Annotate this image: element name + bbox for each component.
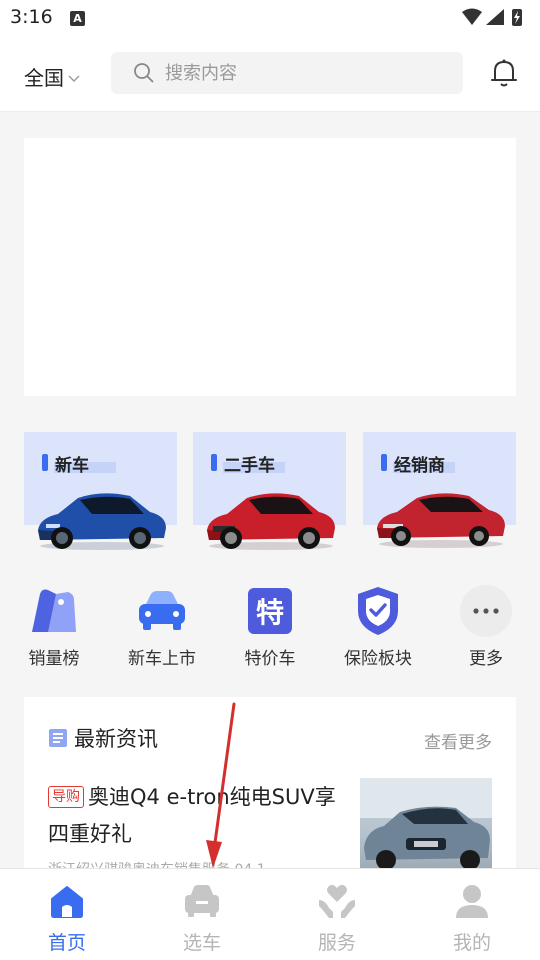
red-sedan-image: [377, 493, 505, 548]
search-input[interactable]: [165, 62, 445, 84]
article-title: 奥迪Q4 e-tron纯电SUV享四重好礼: [48, 785, 336, 846]
quick-label: 更多: [469, 649, 503, 669]
news-title: 最新资讯: [74, 727, 158, 751]
bell-icon[interactable]: [490, 58, 518, 88]
quick-label: 特价车: [244, 649, 296, 669]
category-new-car[interactable]: 新车: [24, 432, 177, 550]
notification-icon: A: [70, 11, 85, 26]
quick-special-price[interactable]: 特 特价车: [225, 585, 315, 671]
special-price-icon: 特: [243, 585, 297, 637]
shield-icon: [351, 585, 405, 637]
category-label: 新车: [55, 456, 89, 476]
signal-wifi-battery-icons: [462, 8, 522, 26]
search-icon: [133, 62, 155, 84]
article-title-block: 导购 奥迪Q4 e-tron纯电SUV享四重好礼: [48, 779, 348, 853]
home-icon: [47, 881, 87, 921]
nav-mine[interactable]: 我的: [427, 881, 517, 957]
nav-home[interactable]: 首页: [22, 881, 112, 957]
car-icon: [135, 585, 189, 637]
status-time: 3:16: [10, 6, 53, 28]
category-dealer[interactable]: 经销商: [363, 432, 516, 550]
nav-service[interactable]: 服务: [292, 881, 382, 957]
news-doc-icon: [49, 729, 67, 747]
signal-icon: [486, 9, 504, 25]
annotation-arrow: [206, 702, 236, 868]
quick-sales-ranking[interactable]: 销量榜: [9, 585, 99, 671]
category-label: 经销商: [394, 456, 445, 476]
nav-label: 我的: [452, 932, 491, 954]
banner-carousel[interactable]: [24, 138, 516, 396]
nav-choose-car[interactable]: 选车: [157, 881, 247, 957]
chevron-down-icon: [68, 75, 80, 82]
nav-label: 选车: [182, 932, 221, 954]
wifi-icon: [462, 8, 482, 25]
region-label: 全国: [24, 66, 64, 90]
region-selector[interactable]: 全国: [24, 62, 80, 91]
red-car-image: [207, 493, 335, 550]
car-select-icon: [182, 881, 222, 921]
status-bar: 3:16 A: [0, 0, 540, 36]
more-icon: [459, 585, 513, 637]
category-used-car[interactable]: 二手车: [193, 432, 346, 550]
bottom-navigation: 首页 选车 服务 我的: [0, 868, 540, 960]
home-screen: 3:16 A 全国 搜索内容 新车 二手车 经销商 销量榜 新车上市 特 特价车…: [0, 0, 540, 960]
quick-new-car-launch[interactable]: 新车上市: [117, 585, 207, 671]
article-thumbnail: [360, 778, 492, 874]
service-icon: [317, 881, 357, 921]
blue-car-image: [38, 493, 166, 550]
svg-text:特: 特: [256, 596, 284, 629]
tag-icon: [27, 585, 81, 637]
quick-more[interactable]: 更多: [441, 585, 531, 671]
quick-label: 销量榜: [28, 649, 80, 669]
quick-insurance[interactable]: 保险板块: [333, 585, 423, 671]
top-header: 全国: [0, 36, 540, 112]
search-bar[interactable]: [111, 52, 463, 94]
nav-label: 服务: [317, 932, 356, 954]
category-label: 二手车: [224, 456, 275, 476]
nav-label: 首页: [47, 932, 86, 954]
view-more-link[interactable]: 查看更多: [424, 728, 492, 753]
quick-label: 保险板块: [344, 649, 412, 669]
article-tag: 导购: [48, 786, 84, 808]
profile-icon: [452, 881, 492, 921]
news-section: 最新资讯 查看更多 导购奥迪Q4 e-tron纯电SUV享四重好礼 浙江绍兴骐骏…: [24, 697, 516, 897]
quick-label: 新车上市: [128, 649, 196, 669]
